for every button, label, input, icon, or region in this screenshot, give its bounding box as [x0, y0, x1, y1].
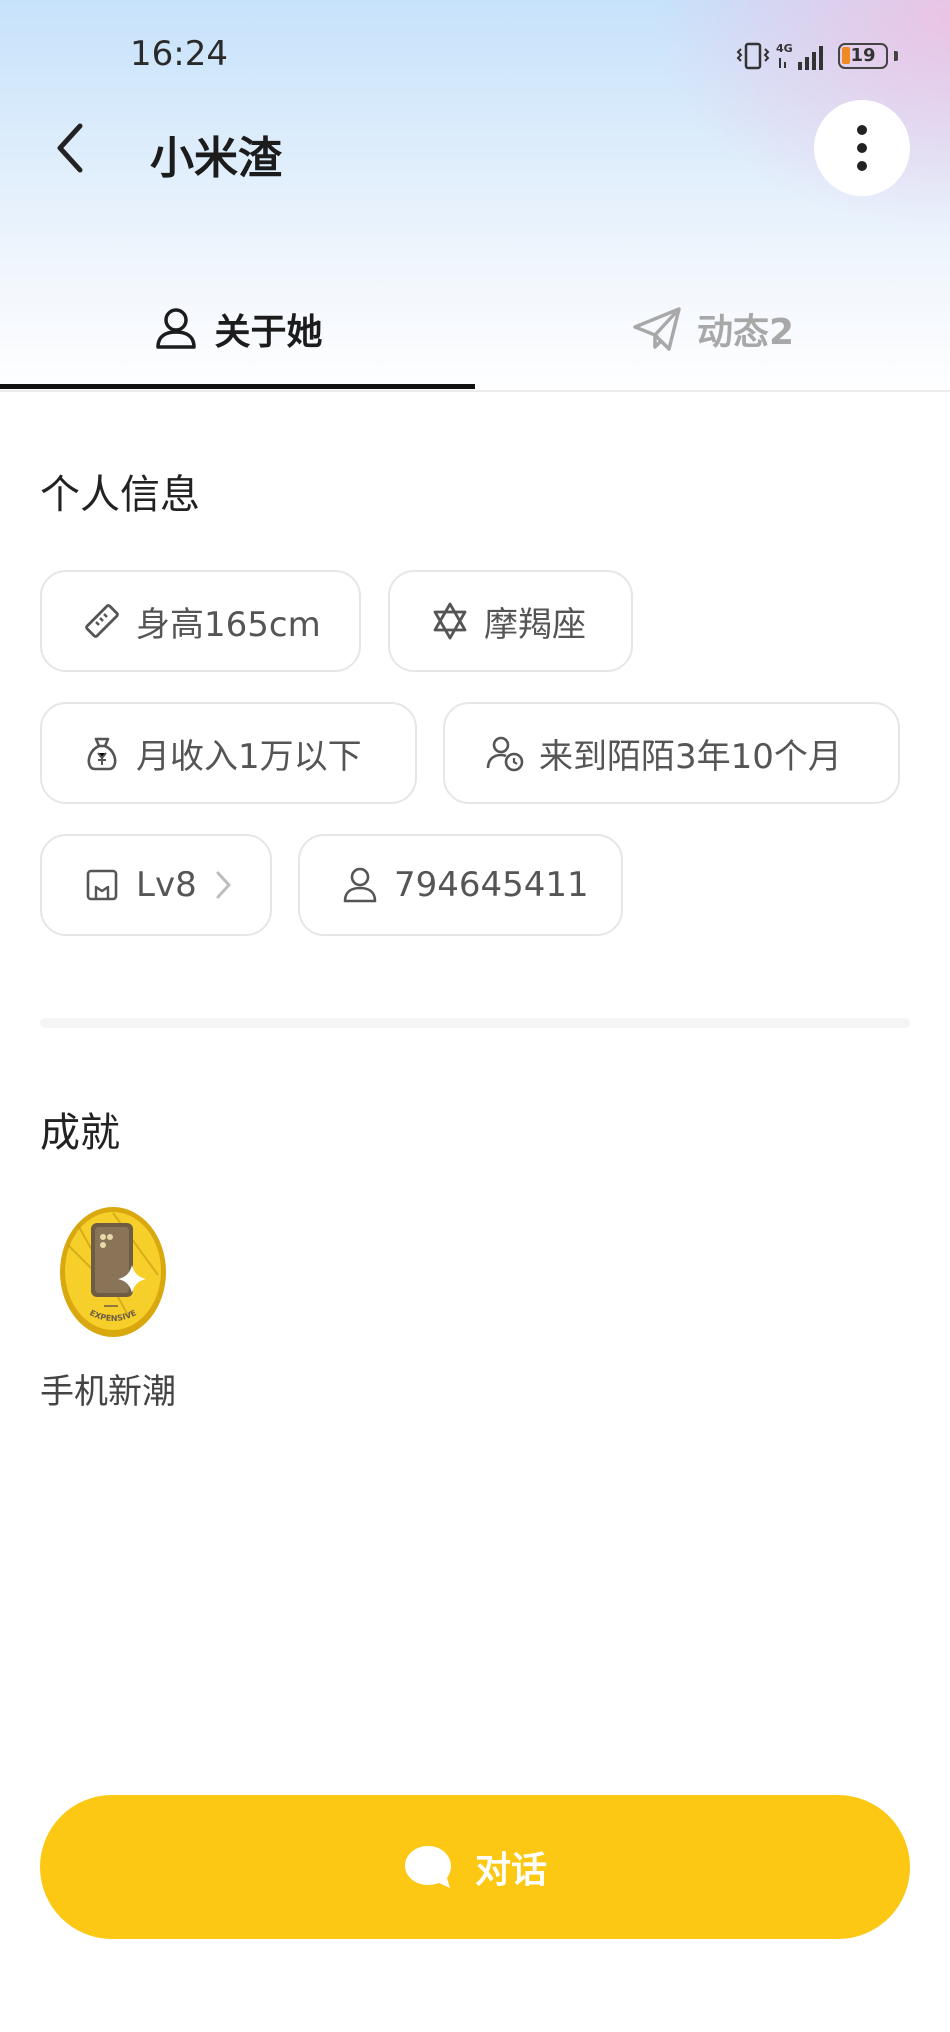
- tab-moments[interactable]: 动态2: [475, 270, 950, 388]
- ruler-icon: [85, 604, 119, 638]
- back-button[interactable]: [40, 118, 100, 178]
- star-of-david-icon: [433, 602, 467, 640]
- status-icons: 4G 19: [736, 36, 898, 76]
- chip-height: 身高165cm: [40, 570, 361, 672]
- tab-about-her[interactable]: 关于她: [0, 270, 475, 388]
- tab-moments-label: 动态2: [696, 312, 795, 353]
- chip-level-text: Lv8: [136, 865, 197, 905]
- chevron-left-icon: [57, 123, 83, 173]
- chip-level[interactable]: Lv8: [40, 834, 272, 936]
- status-bar: 16:24 4G 19: [0, 0, 950, 110]
- money-bag-icon: [87, 737, 117, 771]
- header: 小米渣: [0, 100, 950, 200]
- status-time: 16:24: [130, 34, 228, 74]
- battery-level: 19: [850, 45, 876, 66]
- paper-plane-icon: [633, 307, 681, 351]
- section-divider: [40, 1018, 910, 1028]
- personal-info-title: 个人信息: [40, 472, 200, 518]
- signal-icon: 4G: [776, 42, 823, 70]
- chip-zodiac: 摩羯座: [388, 570, 633, 672]
- chip-zodiac-text: 摩羯座: [484, 604, 586, 645]
- active-tab-indicator: [0, 384, 475, 389]
- person-icon: [343, 867, 377, 903]
- tab-bar: 关于她 动态2: [0, 270, 950, 392]
- chevron-right-icon: [216, 871, 231, 899]
- vibrate-icon: [736, 42, 770, 70]
- level-badge-icon: [86, 869, 118, 901]
- achievements-title: 成就: [40, 1110, 120, 1156]
- person-icon: [156, 308, 197, 349]
- chip-income: 月收入1万以下: [40, 702, 417, 804]
- user-clock-icon: [486, 736, 524, 772]
- achievement-label: 手机新潮: [40, 1372, 176, 1412]
- tab-about-her-label: 关于她: [214, 312, 323, 353]
- network-type-label: 4G: [776, 42, 793, 55]
- phone-achievement-badge-icon[interactable]: EXPENSIVE: [58, 1205, 168, 1340]
- chip-income-text: 月收入1万以下: [136, 736, 362, 777]
- chat-button-label: 对话: [474, 1850, 547, 1891]
- chip-joined-text: 来到陌陌3年10个月: [539, 736, 842, 777]
- chip-user-id-text: 794645411: [394, 865, 589, 905]
- chat-button[interactable]: 对话: [40, 1795, 910, 1939]
- chip-joined: 来到陌陌3年10个月: [443, 702, 900, 804]
- more-options-button[interactable]: [814, 100, 910, 196]
- chat-bubble-icon: [404, 1846, 451, 1888]
- page-title: 小米渣: [150, 133, 282, 184]
- battery-icon: 19: [838, 43, 888, 69]
- chip-height-text: 身高165cm: [136, 604, 321, 645]
- chip-user-id: 794645411: [298, 834, 623, 936]
